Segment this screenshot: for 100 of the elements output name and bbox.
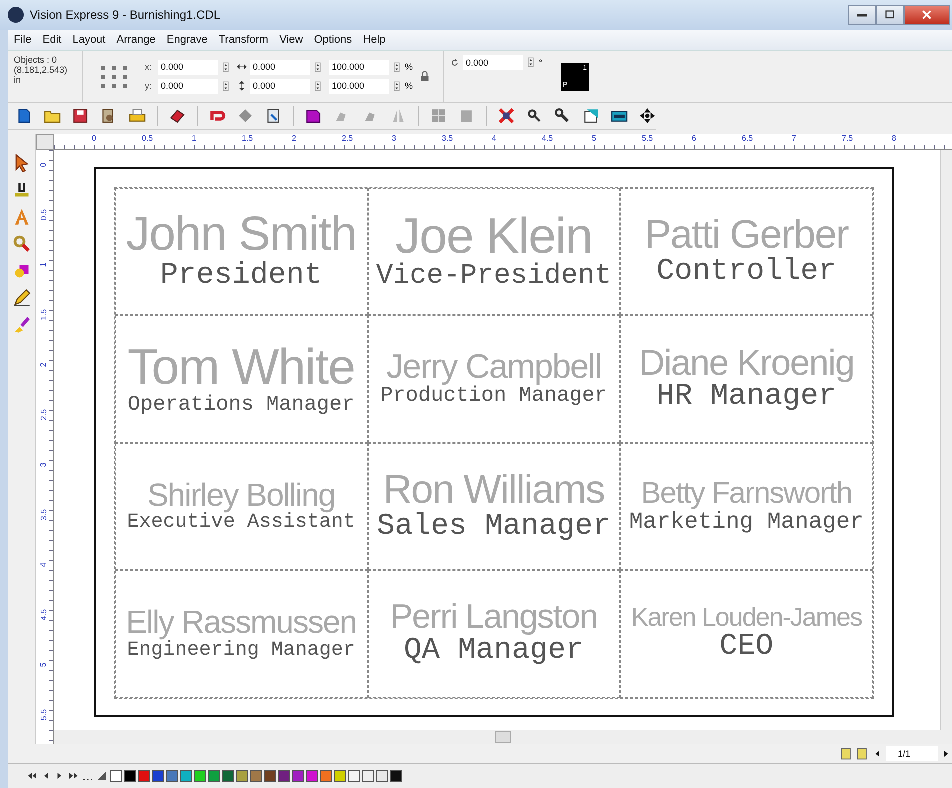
app-logo-icon: [8, 7, 24, 23]
close-icon: [921, 9, 933, 21]
menu-item[interactable]: Options: [314, 34, 352, 46]
menu-item[interactable]: View: [280, 34, 304, 46]
new-document-icon[interactable]: [16, 106, 34, 125]
close-button[interactable]: [904, 5, 950, 25]
palette-swatch[interactable]: [166, 770, 178, 782]
badge-job-title: Marketing Manager: [629, 510, 864, 535]
palette-swatch[interactable]: [138, 770, 150, 782]
maximize-button[interactable]: [876, 5, 904, 25]
badge-name: Jerry Campbell: [386, 350, 602, 386]
field-label: x:: [145, 62, 154, 72]
badge-name: John Smith: [126, 210, 356, 260]
palette-swatch[interactable]: [180, 770, 192, 782]
rotation-field[interactable]: 0.000: [463, 55, 523, 70]
menu-item[interactable]: Engrave: [166, 34, 208, 46]
badge-job-title: CEO: [720, 631, 774, 664]
ruler-label: 8: [892, 134, 898, 145]
scale-field[interactable]: 100.000: [329, 78, 389, 94]
ruler-label: 0.5: [142, 134, 154, 145]
palette-swatch[interactable]: [278, 770, 290, 782]
scroll-thumb[interactable]: [495, 730, 511, 743]
menu-item[interactable]: Transform: [218, 34, 269, 46]
ruler-label: 4.5: [542, 134, 554, 145]
badge-job-title: Production Manager: [380, 385, 608, 408]
badge-job-title: HR Manager: [656, 381, 837, 414]
ruler-label: 0: [92, 134, 98, 145]
palette-swatch[interactable]: [110, 770, 122, 782]
diamond-icon[interactable]: [237, 106, 254, 125]
move-arrows-icon[interactable]: [638, 106, 656, 125]
menu-item[interactable]: Arrange: [116, 34, 156, 46]
selection-info: (8.181,2.543): [14, 65, 69, 75]
badge-job-title: QA Manager: [404, 635, 584, 668]
palette-swatch[interactable]: [194, 770, 206, 782]
badge-job-title: Executive Assistant: [127, 512, 356, 534]
palette-swatch[interactable]: [264, 770, 276, 782]
palette-swatch[interactable]: [320, 770, 332, 782]
ruler-label: 1: [192, 134, 198, 145]
ruler-label: 4: [492, 134, 498, 145]
menu-item[interactable]: Layout: [72, 34, 106, 46]
pencil-icon[interactable]: [12, 288, 30, 307]
lock-icon[interactable]: [419, 70, 431, 83]
palette-swatch[interactable]: [334, 770, 346, 782]
palette-swatch[interactable]: [376, 770, 388, 782]
menu-item[interactable]: Edit: [42, 34, 62, 46]
palette-swatch[interactable]: [306, 770, 318, 782]
badge-name: Shirley Bolling: [147, 478, 336, 512]
ruler-label: 7: [792, 134, 798, 145]
ruler-label: 6.5: [742, 134, 754, 145]
ruler-label: 5: [40, 662, 50, 667]
minimize-button[interactable]: [848, 5, 876, 25]
ruler-label: 2.5: [342, 134, 354, 145]
ruler-label: 3: [392, 134, 398, 145]
badge-job-title: Engineering Manager: [127, 640, 356, 662]
menu-item[interactable]: Help: [363, 34, 386, 46]
width-icon: [237, 62, 247, 72]
rotate-icon: [450, 58, 460, 68]
ruler-label: 0: [40, 162, 50, 167]
page-number-field[interactable]: 1/1: [886, 746, 938, 762]
brush-icon[interactable]: [12, 316, 30, 334]
palette-swatch[interactable]: [124, 770, 136, 782]
zoom-icon[interactable]: [12, 234, 30, 253]
badge-name: Joe Klein: [396, 210, 592, 262]
gradient-icon[interactable]: [96, 770, 108, 782]
badge-name: Elly Rassmussen: [126, 606, 357, 640]
ruler-label: 5.5: [642, 134, 654, 145]
palette-swatch[interactable]: [292, 770, 304, 782]
ruler-label: 1.5: [242, 134, 254, 145]
ruler-label: 2: [292, 134, 298, 145]
palette-swatch[interactable]: [348, 770, 360, 782]
preview-icon[interactable]: [265, 106, 282, 125]
scale-field[interactable]: 100.000: [329, 60, 389, 75]
unit-label: %: [405, 62, 413, 72]
ruler-label: 3.5: [40, 509, 50, 520]
menu-item[interactable]: File: [14, 34, 32, 46]
palette-swatch[interactable]: [152, 770, 164, 782]
badge-name: Karen Louden-James: [631, 604, 862, 632]
position-field[interactable]: 0.000: [158, 60, 218, 75]
size-field[interactable]: 0.000: [250, 60, 310, 75]
size-field[interactable]: 0.000: [250, 78, 310, 94]
badge-job-title: Vice-President: [376, 262, 612, 294]
badge-name: Tom White: [128, 341, 355, 394]
palette-swatch[interactable]: [222, 770, 234, 782]
palette-swatch[interactable]: [390, 770, 402, 782]
palette-swatch[interactable]: [362, 770, 374, 782]
ruler-label: 0.5: [40, 209, 50, 220]
position-field[interactable]: 0.000: [158, 78, 218, 94]
minimize-icon: [857, 14, 867, 16]
spin-button-icon[interactable]: [526, 55, 536, 70]
palette-swatch[interactable]: [250, 770, 262, 782]
text-tool-icon[interactable]: [12, 208, 30, 226]
vertical-scrollbar[interactable]: [940, 150, 952, 730]
ruler-label: 6: [692, 134, 698, 145]
palette-swatch[interactable]: [236, 770, 248, 782]
ruler-label: 4: [40, 562, 50, 567]
palette-swatch[interactable]: [208, 770, 220, 782]
ruler-label: 7.5: [842, 134, 854, 145]
printer-icon[interactable]: [128, 106, 146, 125]
window-title: Vision Express 9 - Burnishing1.CDL: [30, 8, 222, 22]
ruler-label: 1.5: [40, 309, 50, 320]
